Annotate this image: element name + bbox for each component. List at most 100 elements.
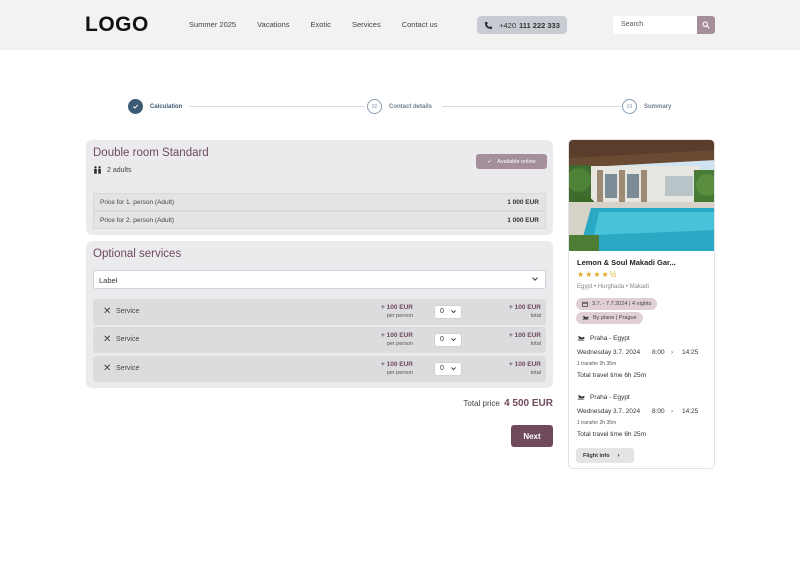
nav-services[interactable]: Services — [352, 20, 381, 29]
total-price-value: 4 500 EUR — [504, 398, 553, 409]
phone-prefix: +420 — [499, 20, 516, 30]
search-icon — [702, 21, 710, 29]
service-name: Service — [116, 308, 140, 315]
hotel-photo — [569, 140, 714, 251]
step-number: 02 — [367, 99, 382, 114]
chevron-down-icon — [451, 310, 456, 314]
unit-price-note: per person — [386, 341, 413, 347]
check-icon: ✓ — [487, 159, 493, 165]
quantity-value: 0 — [440, 336, 444, 343]
unit-price-note: per person — [386, 370, 413, 376]
dates-chip: 3.7. - 7.7.2024 | 4 nights — [576, 298, 658, 310]
people-icon — [94, 166, 101, 174]
total-value: + 100 EUR — [509, 361, 541, 368]
step-label: Contact details — [389, 103, 433, 110]
calendar-icon — [582, 301, 588, 307]
service-unit-price: + 100 EUR per person — [381, 332, 413, 347]
price-amount: 1 000 EUR — [507, 216, 539, 224]
chevron-right-icon: › — [617, 452, 620, 459]
dates-label: 3.7. - 7.7.2024 | 4 nights — [592, 301, 652, 307]
room-title: Double room Standard — [93, 147, 209, 159]
main-nav: Summer 2025 Vacations Exotic Services Co… — [189, 20, 459, 29]
remove-service-icon[interactable]: ✕ — [103, 334, 111, 345]
transfer-info: 1 transfer 2h 35m — [577, 420, 617, 426]
chevron-down-icon — [451, 367, 456, 371]
search-box: Search — [613, 16, 715, 34]
total-note: total — [530, 370, 541, 376]
nav-summer[interactable]: Summer 2025 — [189, 20, 236, 29]
phone-button[interactable]: +420 111 222 333 — [477, 16, 567, 34]
price-row: Price for 2. person (Adult) 1 000 EUR — [93, 211, 546, 229]
step-contact-details[interactable]: 02 Contact details — [367, 99, 432, 114]
star-rating: ★★★★½ — [577, 270, 618, 279]
service-select[interactable]: Label — [93, 270, 546, 289]
quantity-select[interactable]: 0 — [434, 362, 462, 376]
chevron-right-icon: › — [671, 349, 674, 356]
route-label: Praha - Egypt — [590, 335, 630, 342]
total-note: total — [530, 341, 541, 347]
search-input[interactable]: Search — [613, 16, 697, 34]
flight-info-button[interactable]: Flight info › — [576, 448, 634, 463]
arrival-time: 14:25 — [682, 408, 699, 415]
plane-icon — [582, 315, 589, 321]
search-button[interactable] — [697, 16, 715, 34]
logo[interactable]: LOGO — [85, 13, 149, 37]
service-name: Service — [116, 336, 140, 343]
service-row: ✕ Service + 100 EUR per person 0 + 100 E… — [93, 356, 546, 382]
chevron-down-icon — [451, 338, 456, 342]
flight-segment: Praha - Egypt Wednesday 3.7. 2024 8:00 ›… — [577, 335, 709, 379]
total-value: + 100 EUR — [509, 304, 541, 311]
service-total: + 100 EUR total — [509, 304, 541, 319]
unit-price-value: + 100 EUR — [381, 332, 413, 339]
flight-route: Praha - Egypt — [577, 394, 709, 401]
price-row: Price for 1. person (Adult) 1 000 EUR — [93, 193, 546, 211]
availability-label: Available online — [497, 158, 536, 165]
plane-icon — [577, 395, 585, 400]
remove-service-icon[interactable]: ✕ — [103, 363, 111, 374]
flight-info-label: Flight info — [583, 452, 610, 459]
transfer-info: 1 transfer 2h 35m — [577, 361, 617, 367]
nav-exotic[interactable]: Exotic — [311, 20, 331, 29]
step-calculation[interactable]: Calculation — [128, 99, 182, 114]
quantity-value: 0 — [440, 308, 444, 315]
select-value: Label — [99, 276, 118, 285]
step-connector — [442, 106, 621, 107]
flight-datetime: Wednesday 3.7. 2024 8:00 › 14:25 — [577, 349, 709, 356]
progress-stepper: Calculation 02 Contact details 03 Summar… — [128, 99, 673, 115]
quantity-value: 0 — [440, 365, 444, 372]
quantity-select[interactable]: 0 — [434, 305, 462, 319]
step-connector — [189, 106, 365, 107]
hotel-name[interactable]: Lemon & Soul Makadi Gar... — [577, 258, 676, 267]
quantity-select[interactable]: 0 — [434, 333, 462, 347]
total-price-label: Total price — [463, 399, 500, 408]
chevron-right-icon: › — [671, 408, 674, 415]
next-button[interactable]: Next — [511, 425, 553, 447]
step-summary[interactable]: 03 Summary — [622, 99, 671, 114]
plane-icon — [577, 336, 585, 341]
step-label: Summary — [644, 103, 672, 110]
hotel-location: Egypt • Hurghada • Makadi — [577, 284, 649, 290]
room-card: Double room Standard 2 adults ✓ Availabl… — [86, 140, 553, 235]
phone-number: 111 222 333 — [519, 20, 560, 30]
total-price: Total price 4 500 EUR — [463, 398, 553, 409]
service-row: ✕ Service + 100 EUR per person 0 + 100 E… — [93, 327, 546, 353]
adults-label: 2 adults — [107, 166, 132, 174]
price-amount: 1 000 EUR — [507, 198, 539, 206]
nav-contact[interactable]: Contact us — [402, 20, 438, 29]
total-note: total — [530, 313, 541, 319]
adults-info: 2 adults — [93, 166, 132, 174]
site-header: LOGO Summer 2025 Vacations Exotic Servic… — [0, 0, 800, 50]
availability-badge: ✓ Available online — [476, 154, 547, 169]
departure-time: 8:00 — [652, 408, 665, 415]
travel-time: Total travel time 6h 25m — [577, 372, 647, 379]
remove-service-icon[interactable]: ✕ — [103, 306, 111, 317]
service-unit-price: + 100 EUR per person — [381, 304, 413, 319]
price-label: Price for 1. person (Adult) — [100, 198, 175, 206]
arrival-time: 14:25 — [682, 349, 699, 356]
route-label: Praha - Egypt — [590, 394, 630, 401]
service-row: ✕ Service + 100 EUR per person 0 + 100 E… — [93, 299, 546, 325]
total-value: + 100 EUR — [509, 332, 541, 339]
hotel-summary-card: Lemon & Soul Makadi Gar... ★★★★½ Egypt •… — [568, 139, 715, 469]
nav-vacations[interactable]: Vacations — [257, 20, 289, 29]
flight-date: Wednesday 3.7. 2024 — [577, 408, 641, 415]
